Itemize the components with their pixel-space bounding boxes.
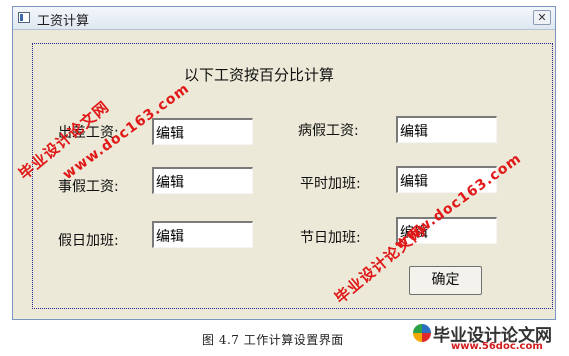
brand-logo-block: 毕业设计论文网 www.56doc.com [411,320,563,353]
ok-button[interactable]: 确定 [409,266,482,295]
dialog-heading: 以下工资按百分比计算 [184,66,335,84]
label-holiday-overtime: 假日加班: [58,233,119,249]
holiday-overtime-input[interactable] [152,221,253,248]
label-festival-overtime: 节日加班: [300,230,361,246]
close-button[interactable]: ✕ [533,10,551,25]
business-trip-pay-input[interactable] [152,118,253,145]
brand-url: www.56doc.com [451,341,543,352]
title-bar: 工资计算 ✕ [13,7,555,30]
personal-leave-pay-input[interactable] [152,167,253,194]
app-window-icon [18,12,30,23]
sick-leave-pay-input[interactable] [396,116,497,143]
label-sick-leave-pay: 病假工资: [298,123,359,139]
window-title: 工资计算 [37,14,90,29]
label-weekday-overtime: 平时加班: [300,176,361,192]
brand-logo-icon [413,324,431,342]
figure-caption: 图 4.7 工作计算设置界面 [202,333,344,347]
